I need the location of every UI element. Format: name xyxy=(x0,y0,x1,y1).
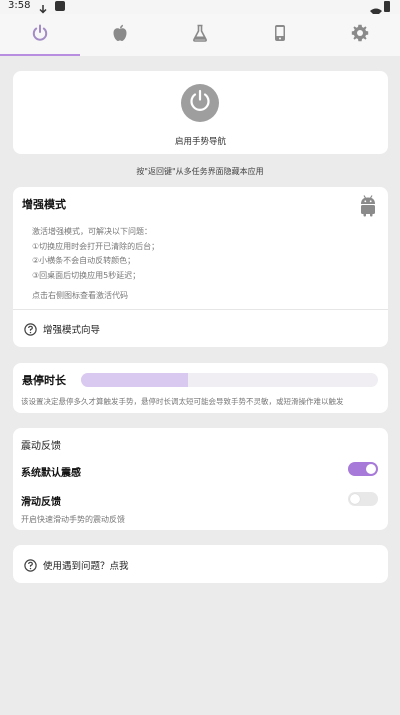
swipe-feedback-description: 开启快速滑动手势的震动反馈 xyxy=(21,515,125,524)
app-square-icon xyxy=(55,1,65,11)
flask-icon xyxy=(192,24,208,46)
status-bar: 3:58 xyxy=(0,0,400,17)
power-icon xyxy=(188,89,212,117)
status-time: 3:58 xyxy=(8,0,31,11)
enhanced-mode-title: 增强模式 xyxy=(22,198,66,211)
description-line: 激活增强模式，可解决以下问题： xyxy=(32,227,152,236)
toggle-knob xyxy=(350,494,360,504)
system-default-vibration-toggle[interactable] xyxy=(348,462,378,476)
tab-indicator xyxy=(0,54,80,56)
gesture-nav-label: 启用手势导航 xyxy=(174,137,226,147)
help-circle-icon xyxy=(24,321,37,340)
toggle-knob xyxy=(366,464,376,474)
help-link[interactable]: 使用遇到问题？点我 xyxy=(43,558,129,572)
description-line: ②小横条不会自动反转颜色； xyxy=(32,256,136,265)
battery-icon xyxy=(384,1,390,12)
help-circle-icon xyxy=(24,557,37,576)
tab-gesture[interactable] xyxy=(0,14,80,56)
swipe-feedback-toggle[interactable] xyxy=(348,492,378,506)
enhanced-mode-description: 激活增强模式，可解决以下问题： ①切换应用时会打开已清除的后台； ②小横条不会自… xyxy=(32,225,159,283)
hover-duration-description: 该设置决定悬停多久才算触发手势，悬停时长调太短可能会导致手势不灵敏，或短滑操作难… xyxy=(21,397,344,406)
help-card[interactable]: 使用遇到问题？点我 xyxy=(13,545,388,583)
hover-duration-card: 悬停时长 该设置决定悬停多久才算触发手势，悬停时长调太短可能会导致手势不灵敏，或… xyxy=(13,363,388,413)
vibration-card: 震动反馈 系统默认震感 滑动反馈 开启快速滑动手势的震动反馈 xyxy=(13,428,388,530)
tab-apple[interactable] xyxy=(80,14,160,56)
divider xyxy=(13,309,388,310)
android-icon[interactable] xyxy=(359,195,377,221)
gesture-nav-card: 启用手势导航 xyxy=(13,71,388,154)
enhanced-mode-card: 增强模式 激活增强模式，可解决以下问题： ①切换应用时会打开已清除的后台； ②小… xyxy=(13,187,388,347)
swipe-feedback-label: 滑动反馈 xyxy=(21,497,61,508)
enhanced-mode-guide-link[interactable]: 增强模式向导 xyxy=(43,322,100,336)
tab-settings[interactable] xyxy=(320,14,400,56)
gear-icon xyxy=(351,24,369,46)
power-icon xyxy=(31,24,49,46)
system-default-vibration-label: 系统默认震感 xyxy=(21,468,81,479)
activation-code-hint: 点击右侧图标查看激活代码 xyxy=(32,291,128,300)
description-line: ①切换应用时会打开已清除的后台； xyxy=(32,241,160,251)
gesture-nav-power-button[interactable] xyxy=(181,84,219,122)
vibration-title: 震动反馈 xyxy=(21,441,61,452)
slider-fill xyxy=(81,373,188,387)
tab-lab[interactable] xyxy=(160,14,240,56)
description-line: ③回桌面后切换应用5秒延迟； xyxy=(32,270,141,280)
apple-icon xyxy=(112,24,128,46)
tab-bar xyxy=(0,14,400,56)
phone-icon xyxy=(274,24,286,46)
hover-duration-slider[interactable] xyxy=(81,373,378,387)
hover-duration-title: 悬停时长 xyxy=(22,374,66,387)
tab-device[interactable] xyxy=(240,14,320,56)
hide-app-hint: 按"返回键"从多任务界面隐藏本应用 xyxy=(136,167,264,176)
